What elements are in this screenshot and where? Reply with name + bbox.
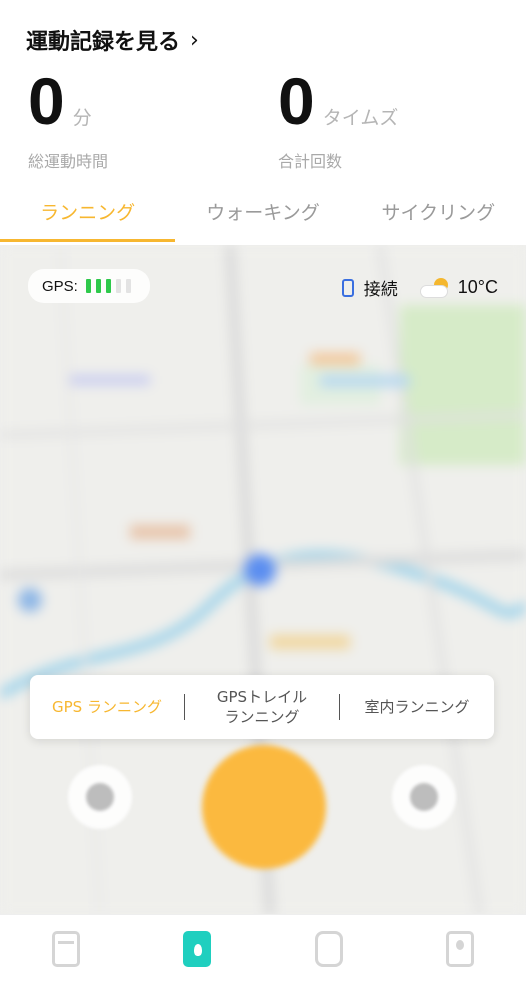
view-records-link[interactable]: 運動記録を見る › bbox=[26, 24, 199, 56]
music-icon bbox=[410, 783, 438, 811]
gps-signal-bar bbox=[105, 279, 111, 293]
settings-icon bbox=[86, 783, 114, 811]
device-weather-status: 接続 10°C bbox=[341, 275, 498, 300]
chevron-right-icon: › bbox=[190, 27, 199, 53]
tab-cycling[interactable]: サイクリング bbox=[351, 188, 526, 244]
total-count-value: 0 bbox=[278, 64, 315, 138]
total-duration-stat: 0 分 総運動時間 bbox=[28, 68, 108, 172]
gps-status: GPS: bbox=[28, 269, 150, 303]
settings-button[interactable] bbox=[68, 765, 132, 829]
gps-label: GPS: bbox=[42, 277, 78, 295]
tab-running[interactable]: ランニング bbox=[0, 188, 176, 244]
tabbar-profile[interactable] bbox=[395, 915, 526, 1000]
bottom-tab-bar bbox=[0, 914, 526, 1000]
watch-icon bbox=[341, 278, 354, 297]
start-button[interactable] bbox=[202, 745, 326, 869]
watch-connection-status: 接続 bbox=[363, 280, 398, 300]
activity-tabs: ランニング ウォーキング サイクリング bbox=[0, 188, 526, 244]
tabbar-records[interactable] bbox=[0, 915, 132, 1000]
mode-gps-running[interactable]: GPS ランニング bbox=[30, 697, 184, 717]
running-mode-selector: GPS ランニング GPSトレイル ランニング 室内ランニング bbox=[30, 675, 494, 739]
gps-signal-bar bbox=[85, 279, 91, 293]
music-button[interactable] bbox=[392, 765, 456, 829]
tab-walking[interactable]: ウォーキング bbox=[175, 188, 350, 244]
sports-icon bbox=[183, 931, 212, 967]
mode-gps-trail-running-label: GPSトレイル ランニング bbox=[216, 688, 308, 726]
mode-gps-trail-running[interactable]: GPSトレイル ランニング bbox=[185, 687, 339, 727]
gps-signal-bars bbox=[85, 279, 136, 293]
gps-signal-bar bbox=[125, 279, 131, 293]
total-count-label: 合計回数 bbox=[278, 152, 343, 171]
total-duration-value: 0 bbox=[28, 64, 65, 138]
mode-indoor-running[interactable]: 室内ランニング bbox=[340, 697, 494, 717]
total-duration-unit: 分 bbox=[72, 107, 92, 129]
temperature: 10°C bbox=[457, 277, 498, 297]
gps-signal-bar bbox=[115, 279, 121, 293]
device-icon bbox=[314, 931, 343, 967]
records-icon bbox=[51, 931, 80, 967]
gps-signal-bar bbox=[95, 279, 101, 293]
total-count-stat: 0 タイムズ 合計回数 bbox=[278, 68, 398, 172]
header: 運動記録を見る › 0 分 総運動時間 0 タイムズ 合計回数 ランニング ウォ… bbox=[0, 0, 526, 245]
map-view[interactable]: GPS: 接続 10°C GPS ランニング GPSトレイル ランニング 室内ラ… bbox=[0, 245, 526, 915]
total-count-unit: タイムズ bbox=[322, 107, 399, 129]
total-duration-label: 総運動時間 bbox=[28, 152, 109, 171]
view-records-label: 運動記録を見る bbox=[26, 30, 181, 55]
tabbar-sports[interactable] bbox=[132, 915, 264, 1000]
partly-cloudy-icon bbox=[419, 277, 450, 298]
tabbar-device[interactable] bbox=[263, 915, 395, 1000]
profile-icon bbox=[446, 931, 475, 967]
